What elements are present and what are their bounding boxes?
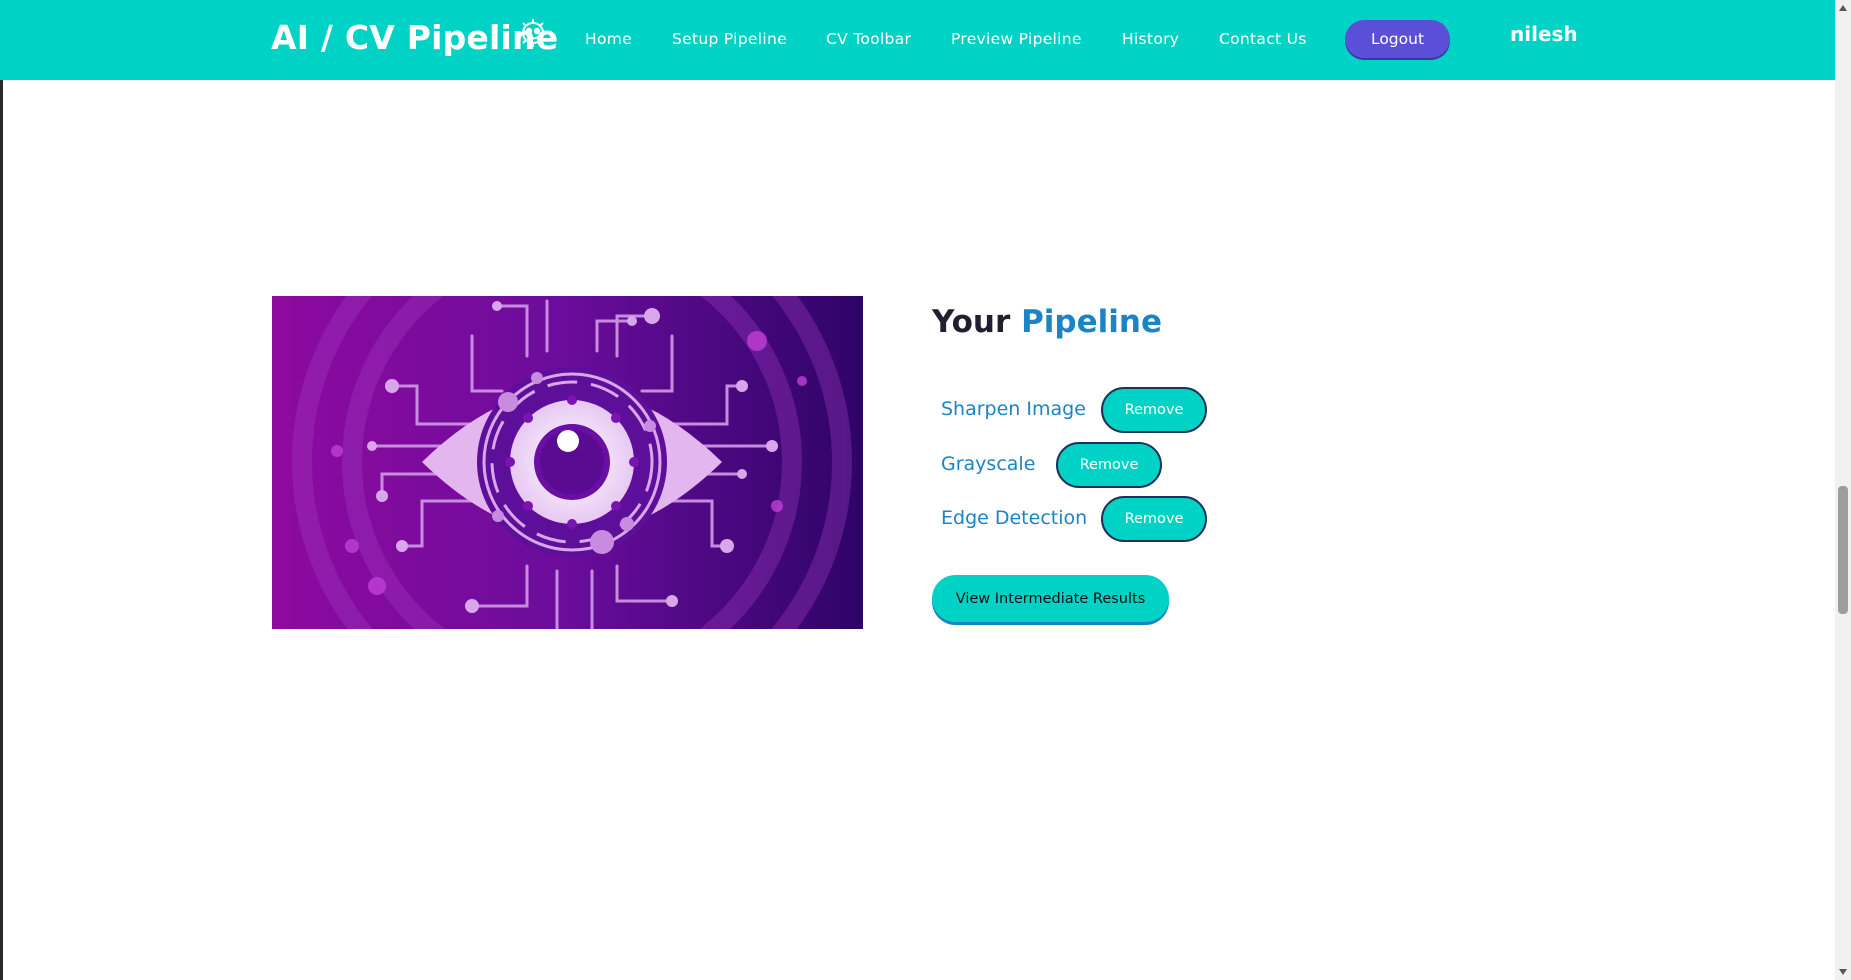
page: AI / CV Pipeline Home Setup Pipeline CV …	[0, 0, 1851, 980]
pipeline-step-label: Edge Detection	[941, 507, 1088, 529]
nav-history[interactable]: History	[1122, 30, 1179, 48]
logout-button[interactable]: Logout	[1345, 20, 1450, 58]
remove-grayscale-button[interactable]: Remove	[1056, 442, 1162, 488]
scroll-down-icon[interactable]	[1839, 969, 1847, 975]
nav-setup-pipeline[interactable]: Setup Pipeline	[672, 30, 787, 48]
nav-contact-us[interactable]: Contact Us	[1219, 30, 1307, 48]
title-part-pipeline: Pipeline	[1021, 304, 1162, 340]
pipeline-step-label: Sharpen Image	[941, 398, 1086, 420]
nav-preview-pipeline[interactable]: Preview Pipeline	[951, 30, 1082, 48]
pipeline-step-label: Grayscale	[941, 453, 1036, 475]
navbar: AI / CV Pipeline Home Setup Pipeline CV …	[0, 0, 1835, 80]
scrollbar-thumb[interactable]	[1838, 486, 1848, 614]
remove-edge-detection-button[interactable]: Remove	[1101, 496, 1207, 542]
nav-home[interactable]: Home	[585, 30, 632, 48]
username: nilesh	[1510, 22, 1578, 46]
title-part-your: Your	[932, 304, 1011, 340]
robot-gear-icon	[519, 19, 547, 47]
hero-image	[272, 296, 863, 629]
vertical-scrollbar[interactable]	[1835, 0, 1851, 980]
left-border	[0, 0, 3, 980]
view-intermediate-results-button[interactable]: View Intermediate Results	[932, 575, 1169, 622]
scroll-up-icon[interactable]	[1839, 5, 1847, 11]
nav-cv-toolbar[interactable]: CV Toolbar	[826, 30, 911, 48]
remove-sharpen-image-button[interactable]: Remove	[1101, 387, 1207, 433]
pipeline-title: Your Pipeline	[932, 304, 1162, 340]
